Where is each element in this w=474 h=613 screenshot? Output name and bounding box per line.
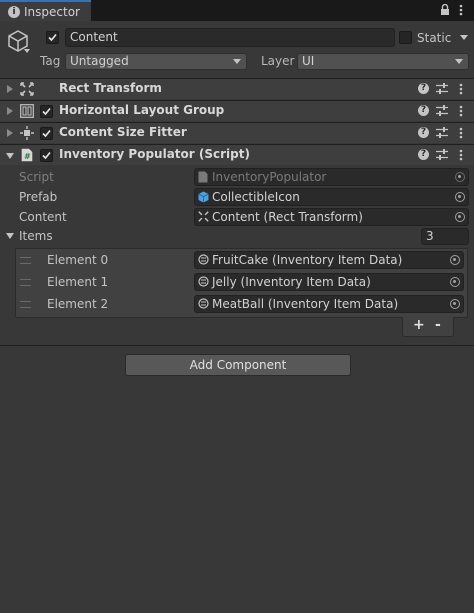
help-icon[interactable]: ? [418,149,429,160]
active-checkbox[interactable] [46,31,59,44]
object-picker-icon [455,172,465,182]
object-picker-icon[interactable] [455,192,465,202]
horizontal-layout-icon [20,104,34,118]
preset-sliders-icon[interactable] [436,104,448,117]
add-component-button[interactable]: Add Component [125,354,351,376]
content-size-fitter-icon [20,126,34,140]
foldout-arrow-icon[interactable] [6,153,14,159]
object-picker-icon[interactable] [450,299,460,309]
chevron-down-icon [233,59,241,64]
script-field-value: InventoryPopulator [212,170,327,184]
svg-text:#: # [24,152,31,161]
field-label-prefab: Prefab [19,190,58,204]
element-value: MeatBall (Inventory Item Data) [212,297,399,311]
icon-dropdown-arrow[interactable] [24,49,30,53]
script-icon: # [21,148,33,162]
object-picker-icon[interactable] [450,255,460,265]
help-icon[interactable]: ? [418,105,429,116]
tag-dropdown[interactable]: Untagged [65,53,247,70]
component-title: Horizontal Layout Group [59,103,225,117]
prefab-field-value: CollectibleIcon [212,190,300,204]
foldout-arrow-icon[interactable] [7,107,13,115]
kebab-menu-icon[interactable] [459,105,463,117]
prefab-icon [198,191,209,203]
divider [0,345,474,346]
object-picker-icon[interactable] [450,277,460,287]
tag-value: Untagged [70,54,129,68]
static-dropdown-arrow[interactable] [460,35,468,40]
help-icon[interactable]: ? [418,83,429,94]
element-field[interactable]: FruitCake (Inventory Item Data) [194,251,464,269]
component-title: Rect Transform [59,81,162,95]
element-value: FruitCake (Inventory Item Data) [212,253,403,267]
content-field-value: Content (Rect Transform) [212,210,363,224]
kebab-menu-icon[interactable] [459,4,463,16]
prefab-field[interactable]: CollectibleIcon [194,188,469,206]
field-label-content: Content [19,210,67,224]
element-field[interactable]: MeatBall (Inventory Item Data) [194,295,464,313]
element-label: Element 1 [47,275,109,289]
component-enabled-checkbox[interactable] [40,105,53,118]
lock-icon[interactable] [440,4,450,16]
field-label-script: Script [19,170,54,184]
object-picker-icon[interactable] [455,212,465,222]
component-enabled-checkbox[interactable] [40,127,53,140]
tab-inspector[interactable]: i Inspector [0,0,91,21]
info-icon: i [8,6,20,18]
component-title: Inventory Populator (Script) [59,147,250,161]
rect-transform-icon [198,211,209,222]
kebab-menu-icon[interactable] [459,83,463,95]
element-label: Element 2 [47,297,109,311]
kebab-menu-icon[interactable] [459,149,463,161]
scriptable-object-icon [198,276,209,287]
list-footer: + - [402,317,454,337]
foldout-arrow-icon[interactable] [7,85,13,93]
tab-label: Inspector [24,5,80,19]
component-enabled-checkbox[interactable] [40,149,53,162]
remove-element-button[interactable]: - [435,317,441,333]
drag-handle-icon[interactable] [20,301,31,308]
layer-value: UI [302,54,315,68]
rect-transform-icon [20,82,34,96]
component-horizontal-layout-group[interactable]: Horizontal Layout Group ? [0,100,474,121]
script-asset-icon [198,171,208,183]
drag-handle-icon[interactable] [20,257,31,264]
chevron-down-icon [455,59,463,64]
items-label: Items [19,229,53,243]
component-title: Content Size Fitter [59,125,187,139]
preset-sliders-icon[interactable] [436,82,448,95]
help-icon[interactable]: ? [418,127,429,138]
component-content-size-fitter[interactable]: Content Size Fitter ? [0,122,474,143]
element-value: Jelly (Inventory Item Data) [212,275,371,289]
tag-label: Tag [40,54,61,68]
static-checkbox[interactable] [399,31,412,44]
element-field[interactable]: Jelly (Inventory Item Data) [194,273,464,291]
component-rect-transform[interactable]: Rect Transform ? [0,78,474,99]
component-inventory-populator[interactable]: # Inventory Populator (Script) ? [0,144,474,165]
preset-sliders-icon[interactable] [436,126,448,139]
foldout-arrow-icon[interactable] [7,129,13,137]
preset-sliders-icon[interactable] [436,148,448,161]
layer-dropdown[interactable]: UI [297,53,469,70]
layer-label: Layer [261,54,295,68]
scriptable-object-icon [198,254,209,265]
items-foldout-icon[interactable] [6,233,14,239]
drag-handle-icon[interactable] [20,279,31,286]
add-element-button[interactable]: + [413,317,425,333]
kebab-menu-icon[interactable] [459,127,463,139]
name-field[interactable]: Content [65,28,395,47]
items-count-field[interactable]: 3 [421,228,469,245]
script-field: InventoryPopulator [194,168,469,186]
static-label: Static [417,31,452,45]
scriptable-object-icon [198,298,209,309]
content-field[interactable]: Content (Rect Transform) [194,208,469,226]
element-label: Element 0 [47,253,109,267]
